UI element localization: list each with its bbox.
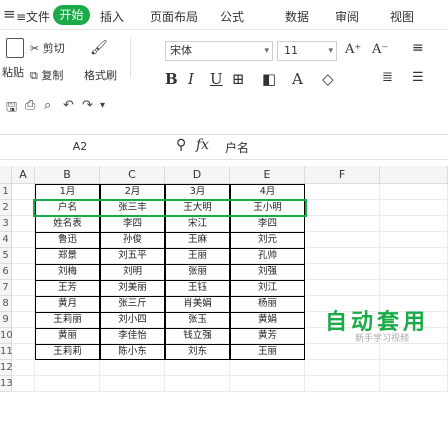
selection-frame <box>33 199 307 217</box>
font-size-value: 11 <box>284 44 298 57</box>
table-row-divider <box>35 328 305 329</box>
column-header-b[interactable]: B <box>35 166 100 184</box>
font-name-select[interactable]: 宋体 ▾ <box>165 41 273 61</box>
tab-review[interactable]: 审阅 <box>335 8 359 25</box>
font-grow-button[interactable]: A⁺ <box>345 42 361 57</box>
row-header-11[interactable]: 11 <box>0 344 13 360</box>
cut-label: 剪切 <box>42 42 65 55</box>
formula-input[interactable]: 户名 <box>225 139 249 156</box>
row-header-6[interactable]: 6 <box>0 264 12 280</box>
table-row-divider <box>35 344 305 345</box>
ribbon-divider <box>130 38 131 78</box>
column-header-e[interactable]: E <box>230 166 305 184</box>
row-header-3[interactable]: 3 <box>0 216 12 232</box>
tab-insert[interactable]: 插入 <box>100 8 124 25</box>
italic-button[interactable]: I <box>188 70 194 88</box>
bold-button[interactable]: B <box>165 70 178 88</box>
quick-access-toolbar: 🖫 ⎙ ⌕ ↶ ↷ ▾ <box>0 94 448 118</box>
tab-formulas[interactable]: 公式 <box>220 8 244 25</box>
zoom-icon[interactable]: ⚲ <box>176 137 186 153</box>
row-header-1[interactable]: 1 <box>0 184 12 200</box>
row-header-4[interactable]: 4 <box>0 232 12 248</box>
table-row-divider <box>35 264 305 265</box>
tab-start[interactable]: 开始 <box>53 5 90 25</box>
font-name-value: 宋体 <box>170 44 192 57</box>
gridline <box>12 375 448 376</box>
row-header-5[interactable]: 5 <box>0 248 12 264</box>
chevron-down-icon: ▾ <box>328 46 333 56</box>
copy-label: 复制 <box>41 69 64 82</box>
row-header-7[interactable]: 7 <box>0 280 12 296</box>
font-shrink-button[interactable]: A⁻ <box>372 42 388 57</box>
row-header-13[interactable]: 13 <box>0 376 13 392</box>
align-icon[interactable]: ≡ <box>412 40 424 56</box>
customize-icon[interactable]: ▾ <box>100 100 105 111</box>
clear-format-icon[interactable]: ◇ <box>322 70 334 88</box>
column-header-f[interactable]: F <box>305 166 380 184</box>
redo-icon[interactable]: ↷ <box>82 98 93 113</box>
copy-button[interactable]: ⧉ 复制 <box>30 67 63 83</box>
select-all-corner[interactable] <box>0 166 12 184</box>
font-size-select[interactable]: 11 ▾ <box>277 41 337 61</box>
column-header-a[interactable]: A <box>12 166 35 184</box>
border-icon[interactable]: ⊞ <box>232 70 245 88</box>
menu-file[interactable]: ≡文件 <box>16 8 50 25</box>
name-box[interactable]: A2 <box>0 137 160 157</box>
hamburger-icon[interactable]: ≡ <box>3 7 16 22</box>
fx-icon[interactable]: fx <box>196 137 209 153</box>
undo-icon[interactable]: ↶ <box>63 98 74 113</box>
table-row-divider <box>35 296 305 297</box>
table-row-divider <box>35 248 305 249</box>
table-row-divider <box>35 312 305 313</box>
fill-color-icon[interactable]: ◧ <box>262 70 276 88</box>
table-row-divider <box>35 232 305 233</box>
table-row-divider <box>35 280 305 281</box>
column-header-filler <box>380 166 448 184</box>
wrap-icon[interactable]: ≣ <box>382 70 393 85</box>
chevron-down-icon: ▾ <box>264 46 269 56</box>
tab-view[interactable]: 视图 <box>390 8 414 25</box>
print-icon[interactable]: ⎙ <box>25 98 35 113</box>
paste-icon[interactable] <box>6 38 24 58</box>
paste-button[interactable]: 粘贴 <box>2 64 24 80</box>
column-header-c[interactable]: C <box>100 166 165 184</box>
font-color-icon[interactable]: A <box>292 70 303 88</box>
row-header-9[interactable]: 9 <box>0 312 12 328</box>
tab-page-layout[interactable]: 页面布局 <box>150 8 198 25</box>
gridline <box>379 184 380 392</box>
merge-icon[interactable]: ☰ <box>412 70 424 85</box>
gridline <box>12 391 448 392</box>
column-header-d[interactable]: D <box>165 166 230 184</box>
row-header-8[interactable]: 8 <box>0 296 12 312</box>
side-caption: 新手学习视频 <box>355 334 410 344</box>
format-painter-button[interactable]: 格式刷 <box>84 67 117 83</box>
format-painter-icon[interactable]: 🖌 <box>90 40 108 56</box>
cut-button[interactable]: ✂ 剪切 <box>30 40 65 56</box>
menu-bar: ≡ ≡文件 开始 插入 页面布局 公式 数据 审阅 视图 <box>0 0 448 30</box>
row-header-12[interactable]: 12 <box>0 360 13 376</box>
save-icon[interactable]: 🖫 <box>6 98 17 120</box>
formula-bar: A2 ⚲ fx 户名 <box>0 134 448 160</box>
print-preview-icon[interactable]: ⌕ <box>44 98 51 113</box>
underline-button[interactable]: U <box>210 70 223 88</box>
ribbon: 粘贴 ✂ 剪切 ⧉ 复制 🖌 格式刷 宋体 ▾ 11 ▾ A⁺ A⁻ ≡ B I… <box>0 30 448 122</box>
row-header-10[interactable]: 10 <box>0 328 13 344</box>
row-header-2[interactable]: 2 <box>0 200 12 216</box>
tab-data[interactable]: 数据 <box>285 8 309 25</box>
